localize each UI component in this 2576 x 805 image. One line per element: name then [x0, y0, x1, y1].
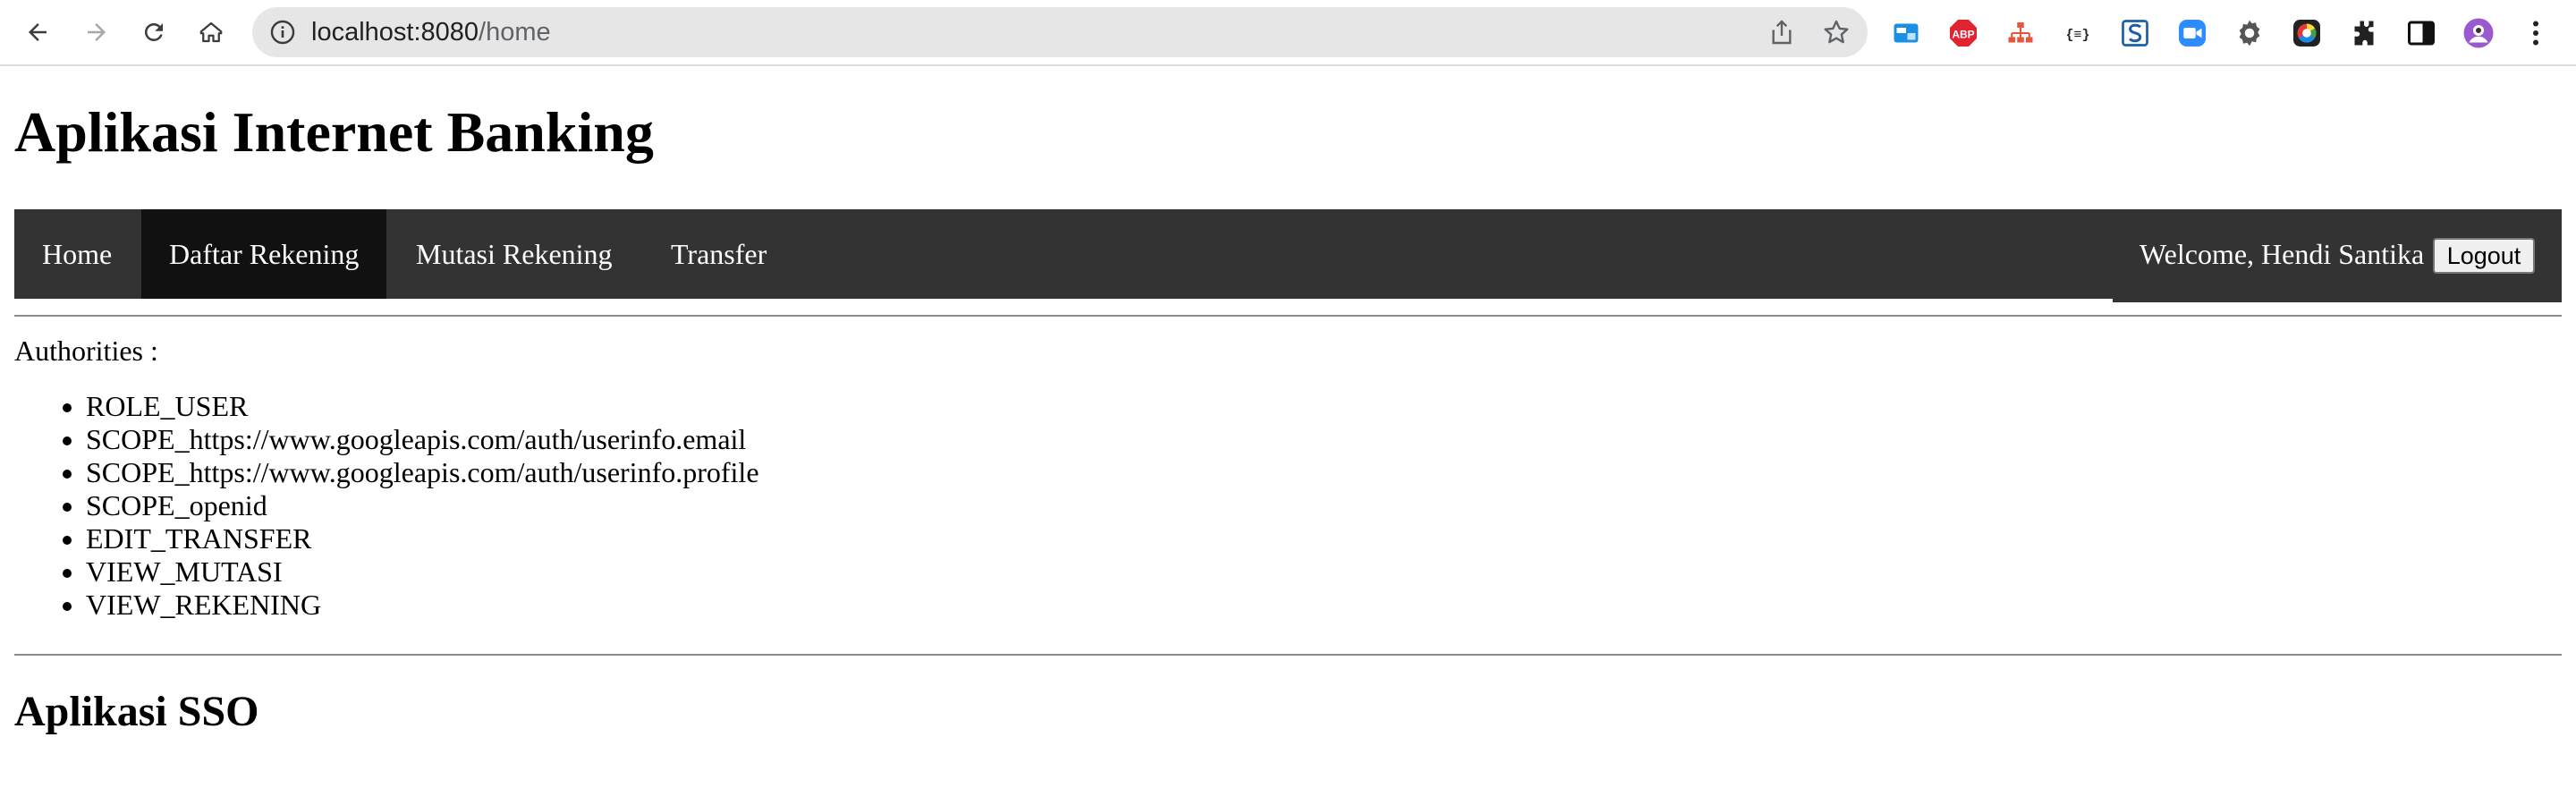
authority-item: VIEW_REKENING [86, 589, 759, 622]
color-picker-extension-icon[interactable] [2290, 16, 2324, 50]
json-formatter-icon[interactable]: {≡} [2061, 16, 2095, 50]
svg-text:ABP: ABP [1952, 28, 1974, 40]
page-content: Aplikasi Internet Banking Home Daftar Re… [0, 68, 2576, 805]
welcome-text: Welcome, Hendi Santika [2140, 238, 2425, 270]
url-path: /home [479, 18, 551, 47]
divider-bottom [14, 654, 2562, 656]
star-icon[interactable] [1821, 17, 1852, 47]
profile-avatar[interactable] [2462, 16, 2496, 50]
nav-home[interactable]: Home [14, 209, 140, 299]
reload-button[interactable] [134, 13, 174, 52]
more-menu-icon[interactable] [2519, 16, 2553, 50]
authority-item: ROLE_USER [86, 390, 759, 423]
back-button[interactable] [18, 13, 57, 52]
nav-daftar-rekening[interactable]: Daftar Rekening [141, 209, 387, 299]
side-panel-icon[interactable] [2404, 16, 2438, 50]
url-host: localhost:8080 [311, 18, 479, 47]
nav-transfer[interactable]: Transfer [643, 209, 794, 299]
logout-button[interactable]: Logout [2433, 238, 2535, 274]
forward-button[interactable] [77, 13, 116, 52]
user-menu: Welcome, Hendi Santika Logout [2113, 209, 2562, 302]
browser-toolbar: localhost:8080/home ABP {≡} [0, 0, 2576, 66]
main-navbar: Home Daftar Rekening Mutasi Rekening Tra… [14, 209, 2562, 302]
authority-item: SCOPE_openid [86, 489, 759, 522]
puzzle-extensions-icon[interactable] [2347, 16, 2381, 50]
address-bar[interactable]: localhost:8080/home [252, 7, 1868, 57]
nav-mutasi-rekening[interactable]: Mutasi Rekening [388, 209, 640, 299]
share-icon[interactable] [1767, 18, 1796, 47]
svg-text:{≡}: {≡} [2065, 28, 2089, 43]
adblock-plus-icon[interactable]: ABP [1946, 16, 1980, 50]
divider-top [14, 315, 2562, 317]
authorities-label: Authorities : [14, 335, 158, 367]
authority-item: SCOPE_https://www.googleapis.com/auth/us… [86, 423, 759, 456]
url-text[interactable]: localhost:8080/home [311, 7, 551, 57]
authority-item: VIEW_MUTASI [86, 555, 759, 589]
info-icon[interactable] [268, 18, 297, 47]
home-icon [199, 21, 223, 43]
zoom-extension-icon[interactable] [2175, 16, 2209, 50]
authority-item: EDIT_TRANSFER [86, 522, 759, 555]
authority-item: SCOPE_https://www.googleapis.com/auth/us… [86, 456, 759, 489]
sitemap-extension-icon[interactable] [2004, 16, 2038, 50]
sso-section-title: Aplikasi SSO [14, 688, 259, 735]
authorities-list: ROLE_USER SCOPE_https://www.googleapis.c… [14, 390, 759, 622]
window-extension-icon[interactable] [1889, 16, 1923, 50]
arrow-right-icon [88, 23, 106, 41]
arrow-left-icon [29, 23, 47, 41]
app-title: Aplikasi Internet Banking [14, 100, 654, 164]
home-button[interactable] [191, 13, 231, 52]
reload-icon [144, 22, 163, 41]
gear-extension-icon[interactable] [2233, 16, 2267, 50]
s-extension-icon[interactable] [2118, 16, 2152, 50]
